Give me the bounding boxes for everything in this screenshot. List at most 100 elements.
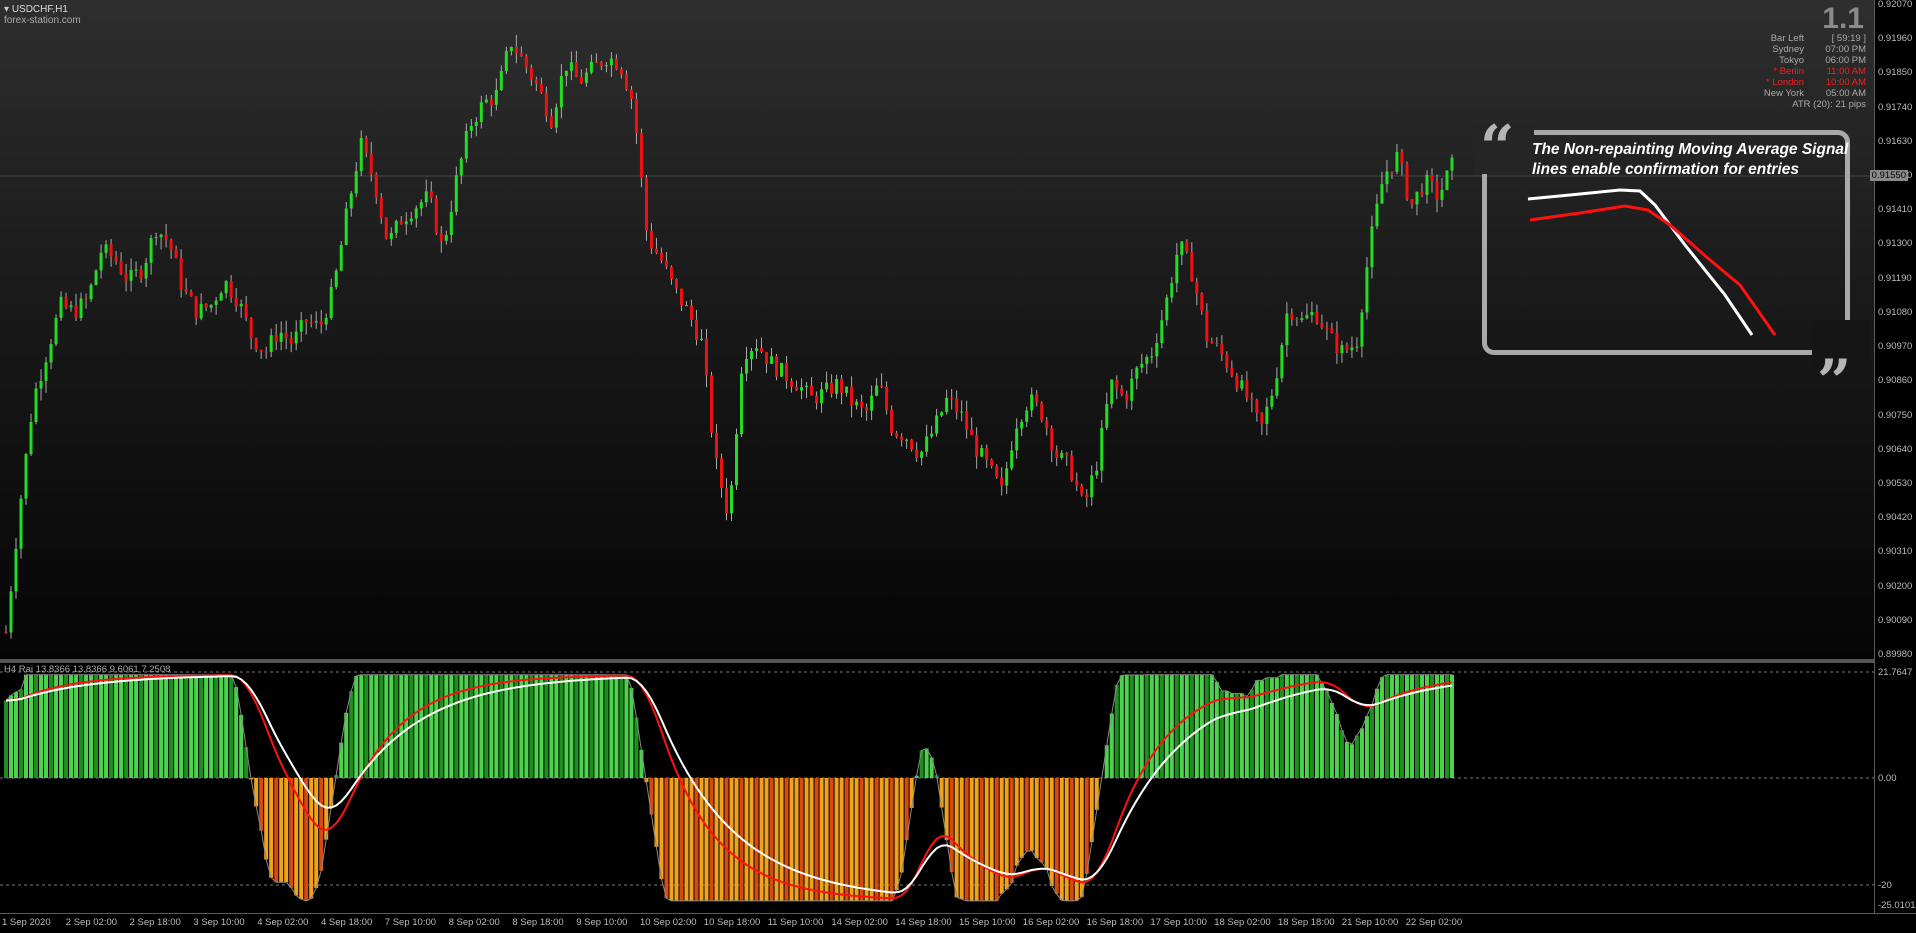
candle-body (820, 389, 824, 404)
candle-body (1305, 315, 1309, 319)
candle-body (1425, 174, 1429, 195)
candle-body (950, 397, 954, 399)
candle-body (409, 218, 413, 222)
candle-body (1345, 345, 1349, 351)
candle-body (1385, 171, 1389, 185)
candle-body (714, 432, 718, 459)
candle-body (1430, 174, 1434, 182)
candle-body (109, 244, 113, 257)
candle-body (880, 385, 884, 387)
candle-body (724, 487, 728, 514)
candle-body (1080, 485, 1084, 495)
time-tick-label: 14 Sep 18:00 (895, 917, 952, 928)
candle-body (1140, 363, 1144, 368)
candle-body (514, 47, 518, 54)
candle-body (1115, 379, 1119, 389)
candle-body (1440, 189, 1444, 200)
candle-body (379, 197, 383, 218)
candle-body (559, 75, 563, 108)
time-tick-label: 2 Sep 02:00 (65, 917, 118, 928)
time-tick-label: 10 Sep 02:00 (640, 917, 697, 928)
candle-body (795, 386, 799, 391)
price-tick-label: 0.90640 (1878, 443, 1913, 455)
candle-body (404, 221, 408, 225)
price-tick-label: 0.90860 (1878, 375, 1913, 387)
price-tick-label: 0.90090 (1878, 614, 1913, 626)
candle-body (49, 344, 53, 363)
candle-body (129, 269, 133, 281)
collapse-arrow-icon[interactable]: ▾ (4, 4, 9, 15)
candle-body (234, 297, 238, 307)
candle-body (44, 362, 48, 381)
candle-body (84, 298, 88, 300)
candle-body (19, 498, 23, 549)
candle-body (9, 591, 13, 633)
candle-body (709, 375, 713, 433)
candle-body (164, 234, 168, 241)
candle-body (554, 107, 558, 128)
candle-body (985, 447, 989, 460)
candle-body (860, 401, 864, 408)
candle-body (684, 305, 688, 307)
candle-body (204, 303, 208, 308)
candle-body (499, 70, 503, 90)
candle-body (1390, 171, 1394, 173)
candle-body (54, 317, 58, 345)
candle-body (484, 99, 488, 103)
candle-body (59, 296, 63, 318)
candle-body (629, 89, 633, 99)
candle-body (419, 202, 423, 209)
candle-body (1105, 404, 1109, 428)
candle-body (354, 171, 358, 194)
session-label: New York (1763, 88, 1804, 99)
candle-body (194, 296, 198, 319)
candle-body (1240, 380, 1244, 389)
candle-body (364, 137, 368, 154)
candle-body (1185, 241, 1189, 253)
candle-body (1300, 318, 1304, 321)
session-row: Bar Left [ 59:19 ] (1764, 33, 1866, 44)
candle-body (224, 281, 228, 294)
candle-body (1245, 380, 1249, 399)
candle-body (94, 270, 98, 285)
candle-body (369, 153, 373, 175)
price-tick-label: 0.92070 (1878, 0, 1913, 10)
candle-body (1100, 427, 1104, 471)
candle-body (394, 220, 398, 233)
candle-body (960, 411, 964, 413)
time-tick-label: 4 Sep 02:00 (257, 917, 309, 928)
candle-body (1085, 494, 1089, 498)
candle-body (1315, 312, 1319, 324)
candle-body (324, 318, 328, 325)
candle-body (1065, 452, 1069, 456)
time-tick-label: 21 Sep 10:00 (1341, 917, 1399, 928)
candle-body (1230, 368, 1234, 376)
candle-body (454, 175, 458, 213)
candle-body (920, 451, 924, 458)
candle-body (1260, 412, 1264, 424)
candle-body (144, 262, 148, 279)
candle-body (704, 338, 708, 376)
candle-body (399, 220, 403, 225)
time-tick-label: 18 Sep 02:00 (1214, 917, 1271, 928)
illustration-white-line (1527, 188, 1754, 336)
candle-body (264, 351, 268, 353)
candle-body (945, 397, 949, 413)
time-tick-label: 22 Sep 02:00 (1405, 917, 1463, 928)
candle-body (1165, 297, 1169, 321)
candle-body (895, 432, 899, 437)
candle-body (955, 398, 959, 413)
candle-body (384, 217, 388, 239)
candle-body (995, 465, 999, 478)
candle-body (359, 137, 363, 172)
candle-body (1035, 394, 1039, 403)
candle-body (34, 388, 38, 422)
candle-body (654, 248, 658, 253)
candle-body (1285, 313, 1289, 346)
candle-body (534, 79, 538, 84)
candle-body (1030, 394, 1034, 411)
candle-body (64, 296, 68, 308)
candle-body (1335, 332, 1339, 353)
candle-body (99, 252, 103, 271)
time-tick-label: 15 Sep 10:00 (959, 917, 1016, 928)
